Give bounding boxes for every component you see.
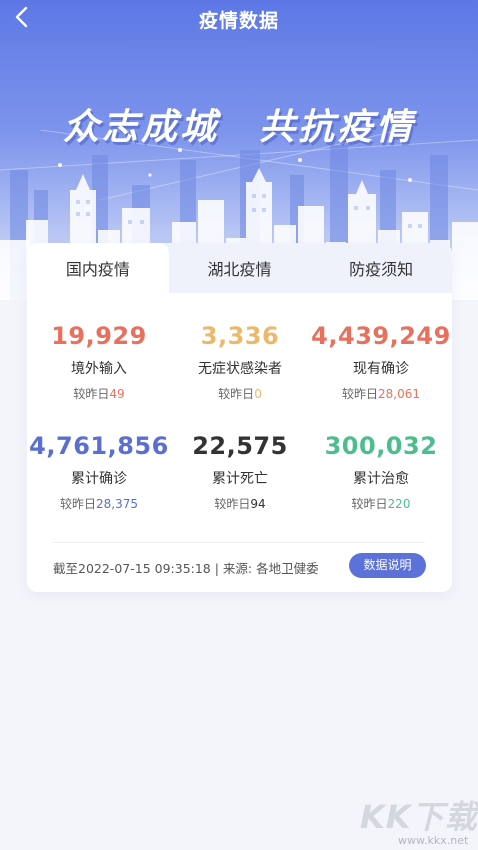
stat-compare: 较昨日28,061 <box>301 385 452 402</box>
tab-hubei[interactable]: 湖北疫情 <box>169 243 311 293</box>
stat-label: 现有确诊 <box>353 361 409 377</box>
stat-label: 累计死亡 <box>212 471 268 487</box>
stat-total-deaths: 22,575 累计死亡 较昨日94 <box>160 432 320 512</box>
stat-value: 4,439,249 <box>311 322 451 350</box>
stat-total-confirmed: 4,761,856 累计确诊 较昨日28,375 <box>27 432 179 512</box>
watermark-url: www.kkx.net <box>398 834 469 847</box>
stat-label: 境外输入 <box>71 361 127 377</box>
stat-compare: 较昨日94 <box>160 495 320 512</box>
compare-value: 49 <box>109 387 125 401</box>
stat-label: 累计治愈 <box>353 471 409 487</box>
tab-bar: 国内疫情 湖北疫情 防疫须知 <box>27 243 452 293</box>
slogan-banner: 众志成城 共抗疫情 <box>0 98 478 150</box>
compare-prefix: 较昨日 <box>59 497 96 511</box>
data-source-timestamp: 截至2022-07-15 09:35:18 | 来源: 各地卫健委 <box>53 561 319 576</box>
compare-prefix: 较昨日 <box>218 387 255 401</box>
stat-asymptomatic: 3,336 无症状感染者 较昨日0 <box>160 322 320 402</box>
compare-value: 28,061 <box>378 387 420 401</box>
slogan-part-2: 共抗疫情 <box>259 107 416 148</box>
stat-value: 4,761,856 <box>29 432 169 460</box>
tab-prevention-guide[interactable]: 防疫须知 <box>310 243 452 293</box>
compare-value: 220 <box>387 497 411 511</box>
stat-value: 3,336 <box>200 322 280 350</box>
divider <box>53 542 425 543</box>
compare-prefix: 较昨日 <box>73 387 110 401</box>
stat-compare: 较昨日220 <box>301 495 452 512</box>
stat-value: 300,032 <box>324 432 438 460</box>
data-explanation-button[interactable]: 数据说明 <box>349 553 426 578</box>
stat-compare: 较昨日28,375 <box>27 495 179 512</box>
page-title: 疫情数据 <box>198 10 279 32</box>
stat-current-confirmed: 4,439,249 现有确诊 较昨日28,061 <box>301 322 452 402</box>
slogan-part-1: 众志成城 <box>62 107 219 148</box>
stat-compare: 较昨日0 <box>160 385 320 402</box>
stat-value: 19,929 <box>51 322 147 350</box>
epidemic-data-card: 国内疫情 湖北疫情 防疫须知 19,929 境外输入 较昨日49 3,336 无… <box>27 243 452 592</box>
watermark-logo: KK下载 www.kkx.net <box>360 792 477 848</box>
stat-value: 22,575 <box>192 432 288 460</box>
top-navigation-bar: 疫情数据 <box>0 0 478 36</box>
compare-prefix: 较昨日 <box>214 497 251 511</box>
compare-value: 0 <box>254 387 262 401</box>
stat-imported: 19,929 境外输入 较昨日49 <box>27 322 179 402</box>
watermark-brand: KK下载 <box>360 798 478 836</box>
compare-value: 94 <box>250 497 266 511</box>
stat-total-cured: 300,032 累计治愈 较昨日220 <box>301 432 452 512</box>
tab-domestic[interactable]: 国内疫情 <box>27 243 169 293</box>
compare-value: 28,375 <box>96 497 138 511</box>
stat-label: 无症状感染者 <box>198 361 282 377</box>
stat-compare: 较昨日49 <box>27 385 179 402</box>
compare-prefix: 较昨日 <box>351 497 388 511</box>
compare-prefix: 较昨日 <box>341 387 378 401</box>
stat-label: 累计确诊 <box>71 471 127 487</box>
